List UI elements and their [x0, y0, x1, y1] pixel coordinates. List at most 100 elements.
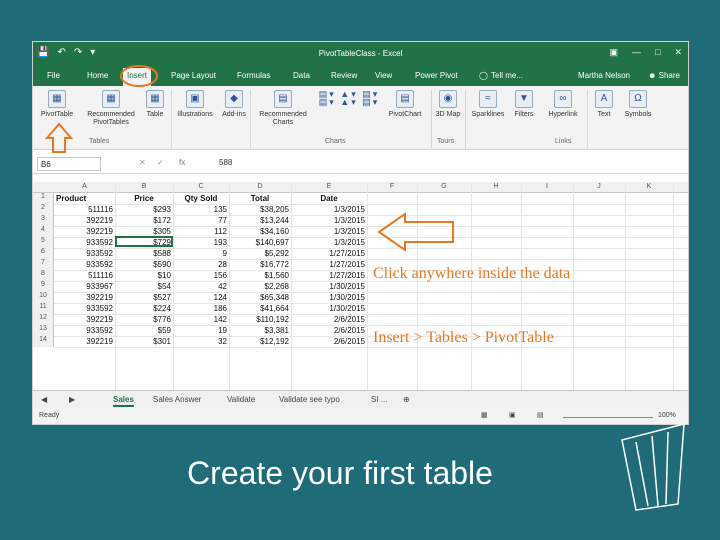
- data-cell[interactable]: $3,381: [231, 325, 289, 336]
- chart-type-gallery[interactable]: ▤▾ ▲▾ ▤▾ ▤▾ ▲▾ ▤▾: [317, 90, 381, 107]
- 3d-map-button[interactable]: ◉ 3D Map: [435, 90, 461, 119]
- filters-button[interactable]: ▼ Filters: [509, 90, 539, 119]
- tab-file[interactable]: File: [47, 71, 60, 80]
- tab-page-layout[interactable]: Page Layout: [171, 71, 216, 80]
- share-button[interactable]: ☻ Share: [648, 71, 680, 80]
- data-cell[interactable]: $1,560: [231, 270, 289, 281]
- data-cell[interactable]: 186: [175, 303, 227, 314]
- row-header[interactable]: 13: [33, 325, 54, 336]
- data-cell[interactable]: $34,160: [231, 226, 289, 237]
- close-icon[interactable]: ✕: [674, 47, 682, 58]
- data-cell[interactable]: $10: [117, 270, 171, 281]
- data-cell[interactable]: $140,697: [231, 237, 289, 248]
- data-cell[interactable]: $224: [117, 303, 171, 314]
- sheet-tab-sales-answer[interactable]: Sales Answer: [153, 395, 201, 404]
- row-header[interactable]: 11: [33, 303, 54, 314]
- data-cell[interactable]: 933967: [56, 281, 113, 292]
- name-box[interactable]: B6: [37, 157, 101, 171]
- row-header[interactable]: 12: [33, 314, 54, 325]
- data-cell[interactable]: 933592: [56, 237, 113, 248]
- data-cell[interactable]: 1/3/2015: [293, 237, 365, 248]
- column-header-h[interactable]: H: [471, 183, 521, 190]
- row-header[interactable]: 10: [33, 292, 54, 303]
- data-cell[interactable]: 1/27/2015: [293, 248, 365, 259]
- data-cell[interactable]: 2/6/2015: [293, 336, 365, 347]
- data-cell[interactable]: 42: [175, 281, 227, 292]
- enter-icon[interactable]: ✓: [157, 158, 164, 167]
- data-cell[interactable]: $588: [117, 248, 171, 259]
- data-cell[interactable]: $12,192: [231, 336, 289, 347]
- tab-power-pivot[interactable]: Power Pivot: [415, 71, 458, 80]
- pivottable-button[interactable]: ▦ PivotTable: [37, 90, 77, 119]
- data-cell[interactable]: $54: [117, 281, 171, 292]
- data-cell[interactable]: 1/3/2015: [293, 204, 365, 215]
- page-layout-view-icon[interactable]: ▣: [509, 411, 516, 419]
- data-cell[interactable]: 392219: [56, 292, 113, 303]
- row-header[interactable]: 9: [33, 281, 54, 292]
- hyperlink-button[interactable]: ∞ Hyperlink: [543, 90, 583, 119]
- data-cell[interactable]: 933592: [56, 259, 113, 270]
- row-header[interactable]: 4: [33, 226, 54, 237]
- zoom-level[interactable]: 100%: [658, 412, 676, 419]
- data-cell[interactable]: 9: [175, 248, 227, 259]
- data-cell[interactable]: 1/3/2015: [293, 226, 365, 237]
- tab-home[interactable]: Home: [87, 71, 108, 80]
- data-cell[interactable]: $301: [117, 336, 171, 347]
- row-header[interactable]: 1: [33, 193, 54, 204]
- sheet-scroll-left-icon[interactable]: ◀: [41, 395, 47, 404]
- data-cell[interactable]: 392219: [56, 215, 113, 226]
- data-cell[interactable]: 2/6/2015: [293, 325, 365, 336]
- data-cell[interactable]: 112: [175, 226, 227, 237]
- tell-me-search[interactable]: Tell me...: [491, 71, 523, 80]
- tab-insert[interactable]: Insert: [123, 68, 152, 86]
- column-title-cell[interactable]: Price: [117, 193, 171, 204]
- row-header[interactable]: 2: [33, 204, 54, 215]
- data-cell[interactable]: 135: [175, 204, 227, 215]
- column-header-i[interactable]: I: [521, 183, 573, 190]
- zoom-slider[interactable]: [563, 417, 653, 418]
- sheet-tab-validate[interactable]: Validate: [227, 395, 255, 404]
- data-cell[interactable]: $172: [117, 215, 171, 226]
- formula-input[interactable]: 588: [219, 158, 232, 167]
- recommended-pivottables-button[interactable]: ▦ Recommended PivotTables: [81, 90, 141, 127]
- data-cell[interactable]: $13,244: [231, 215, 289, 226]
- data-cell[interactable]: 1/30/2015: [293, 303, 365, 314]
- data-cell[interactable]: 933592: [56, 248, 113, 259]
- data-cell[interactable]: 28: [175, 259, 227, 270]
- column-header-k[interactable]: K: [625, 183, 673, 190]
- data-cell[interactable]: 193: [175, 237, 227, 248]
- data-cell[interactable]: $41,664: [231, 303, 289, 314]
- function-icon[interactable]: fx: [179, 158, 185, 167]
- column-title-cell[interactable]: Product: [56, 193, 113, 204]
- maximize-icon[interactable]: □: [655, 47, 660, 58]
- sheet-tab-sales[interactable]: Sales: [113, 395, 134, 407]
- minimize-icon[interactable]: —: [632, 47, 641, 58]
- row-header[interactable]: 7: [33, 259, 54, 270]
- data-cell[interactable]: $293: [117, 204, 171, 215]
- row-header[interactable]: 3: [33, 215, 54, 226]
- row-header[interactable]: 5: [33, 237, 54, 248]
- addins-button[interactable]: ◆ Add-ins: [221, 90, 247, 119]
- data-cell[interactable]: 933592: [56, 325, 113, 336]
- data-cell[interactable]: 156: [175, 270, 227, 281]
- column-header-e[interactable]: E: [291, 183, 367, 190]
- data-cell[interactable]: 19: [175, 325, 227, 336]
- row-header[interactable]: 14: [33, 336, 54, 347]
- column-header-c[interactable]: C: [173, 183, 229, 190]
- column-title-cell[interactable]: Qty Sold: [175, 193, 227, 204]
- column-title-cell[interactable]: Date: [293, 193, 365, 204]
- sparklines-button[interactable]: ≈ Sparklines: [469, 90, 507, 119]
- data-cell[interactable]: 124: [175, 292, 227, 303]
- data-cell[interactable]: 32: [175, 336, 227, 347]
- pivotchart-button[interactable]: ▤ PivotChart: [383, 90, 427, 119]
- data-cell[interactable]: $65,348: [231, 292, 289, 303]
- data-cell[interactable]: 1/3/2015: [293, 215, 365, 226]
- data-cell[interactable]: $5,292: [231, 248, 289, 259]
- data-cell[interactable]: 392219: [56, 336, 113, 347]
- tab-data[interactable]: Data: [293, 71, 310, 80]
- data-cell[interactable]: 2/6/2015: [293, 314, 365, 325]
- sheet-tab-validate-see-typo[interactable]: Validate see typo: [279, 395, 340, 404]
- tab-review[interactable]: Review: [331, 71, 357, 80]
- data-cell[interactable]: 1/30/2015: [293, 292, 365, 303]
- column-header-d[interactable]: D: [229, 183, 291, 190]
